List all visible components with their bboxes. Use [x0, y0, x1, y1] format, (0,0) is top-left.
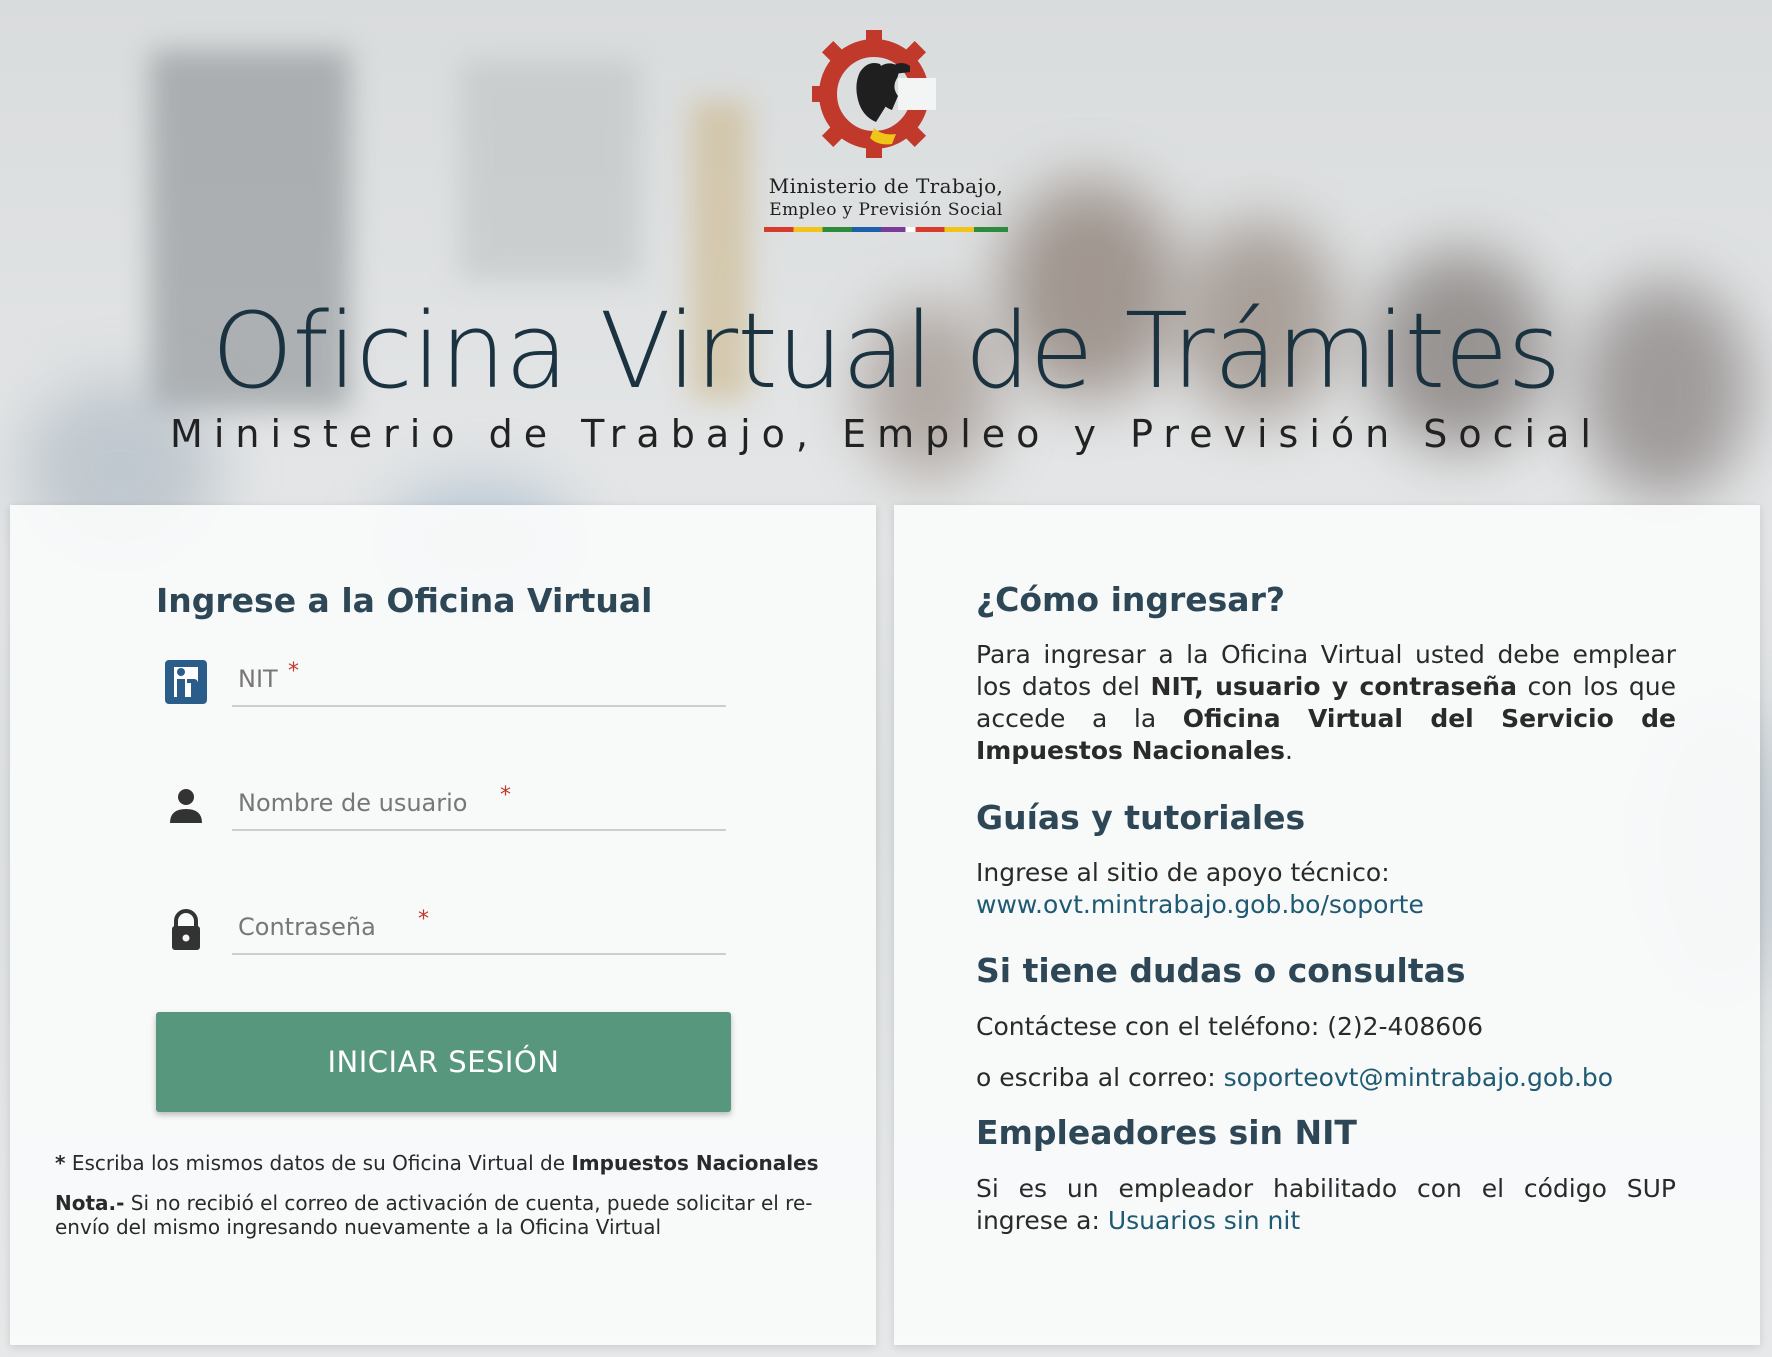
guides-text-block: Ingrese al sitio de apoyo técnico: www.o…: [976, 857, 1676, 921]
required-asterisk: *: [418, 907, 429, 932]
nit-id-icon: [164, 659, 208, 705]
login-panel: Ingrese a la Oficina Virtual * *: [10, 505, 876, 1345]
phone-text: Contáctese con el teléfono: (2)2-408606: [976, 1012, 1483, 1041]
note-text: Escriba los mismos datos de su Oficina V…: [65, 1151, 572, 1175]
guides-title: Guías y tutoriales: [976, 798, 1306, 837]
login-submit-button[interactable]: INICIAR SESIÓN: [156, 1012, 731, 1112]
page-subtitle: Ministerio de Trabajo, Empleo y Previsió…: [170, 412, 1602, 456]
employers-text: Si es un empleador habilitado con el cód…: [976, 1174, 1676, 1235]
page-title: Oficina Virtual de Trámites: [211, 290, 1562, 412]
nit-input-underline: *: [232, 655, 726, 707]
mail-text: o escriba al correo:: [976, 1063, 1224, 1092]
nit-input[interactable]: [232, 655, 292, 703]
how-to-text: Para ingresar a la Oficina Virtual usted…: [976, 639, 1676, 767]
username-input[interactable]: [232, 779, 502, 827]
guides-text: Ingrese al sitio de apoyo técnico:: [976, 858, 1390, 887]
employers-title: Empleadores sin NIT: [976, 1113, 1357, 1152]
username-field: *: [156, 769, 726, 839]
password-input-underline: *: [232, 903, 726, 955]
username-input-underline: *: [232, 779, 726, 831]
logo-text-line1: Ministerio de Trabajo,: [768, 174, 1004, 198]
employers-text-block: Si es un empleador habilitado con el cód…: [976, 1173, 1676, 1237]
how-to-title: ¿Cómo ingresar?: [976, 580, 1285, 619]
nit-field: *: [156, 645, 726, 715]
logo-flag-stripe: [764, 227, 1008, 232]
users-without-nit-link[interactable]: Usuarios sin nit: [1108, 1206, 1300, 1235]
nota-label: Nota.-: [55, 1191, 125, 1215]
login-title: Ingrese a la Oficina Virtual: [156, 581, 653, 620]
how-text-3: .: [1285, 736, 1293, 765]
mail-text-block: o escriba al correo: soporteovt@mintraba…: [976, 1062, 1676, 1094]
password-field: *: [156, 893, 726, 963]
ministry-logo: Ministerio de Trabajo, Empleo y Previsió…: [760, 28, 1012, 236]
doubts-title: Si tiene dudas o consultas: [976, 951, 1466, 990]
info-panel: ¿Cómo ingresar? Para ingresar a la Ofici…: [894, 505, 1760, 1345]
nota-text: Si no recibió el correo de activación de…: [55, 1191, 813, 1239]
how-bold-1: NIT, usuario y contraseña: [1150, 672, 1517, 701]
logo-text-line2: Empleo y Previsión Social: [769, 200, 1003, 220]
support-email-link[interactable]: soporteovt@mintrabajo.gob.bo: [1224, 1063, 1613, 1092]
gear-workers-logo-icon: [812, 30, 936, 158]
note-bold: Impuestos Nacionales: [571, 1151, 819, 1175]
support-site-link[interactable]: www.ovt.mintrabajo.gob.bo/soporte: [976, 890, 1424, 919]
login-note: * Escriba los mismos datos de su Oficina…: [55, 1151, 855, 1175]
note-star: *: [55, 1151, 66, 1175]
required-asterisk: *: [500, 783, 511, 808]
lock-icon: [164, 907, 208, 953]
activation-note: Nota.- Si no recibió el correo de activa…: [55, 1191, 845, 1239]
required-asterisk: *: [288, 659, 299, 684]
user-icon: [164, 783, 208, 829]
password-input[interactable]: [232, 903, 422, 951]
